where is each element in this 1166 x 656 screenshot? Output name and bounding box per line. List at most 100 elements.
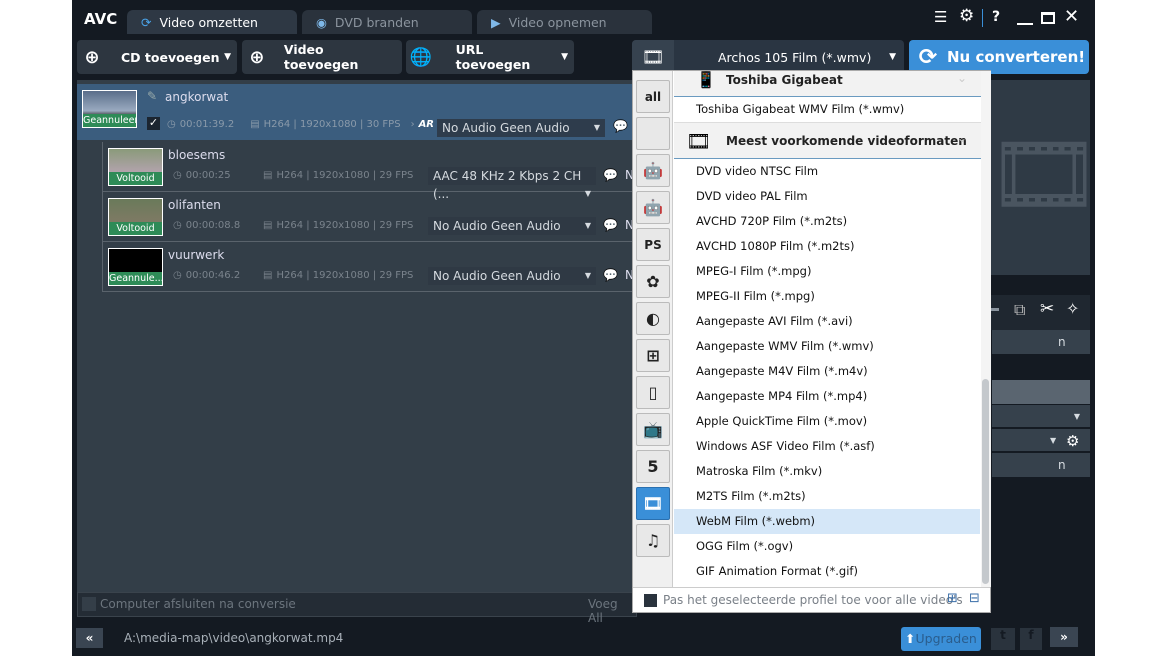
- label: URL toevoegen: [455, 42, 531, 72]
- chevron-down-icon[interactable]: ▼: [561, 52, 568, 62]
- category-music-icon[interactable]: ♫: [636, 524, 670, 557]
- gear-icon[interactable]: ⚙: [1066, 429, 1079, 453]
- app-logo: AVC: [84, 10, 118, 28]
- shutdown-label: Computer afsluiten na conversie: [100, 597, 296, 611]
- subtitle-icon[interactable]: 💬: [603, 218, 618, 232]
- help-button[interactable]: ?: [992, 9, 1000, 25]
- profile-select[interactable]: 🎞 Archos 105 Film (*.wmv) ▼: [632, 40, 904, 74]
- maximize-button[interactable]: [1041, 12, 1055, 24]
- film-icon: ▤: [250, 119, 260, 130]
- scrollbar[interactable]: [981, 71, 991, 587]
- url-toevoegen-button[interactable]: 🌐 URL toevoegen ▼: [406, 40, 574, 74]
- subtitle-icon[interactable]: 💬: [603, 168, 618, 182]
- audio-select[interactable]: No Audio Geen Audio ▼: [428, 267, 596, 285]
- file-row-selected[interactable]: Geannuleerd ✎ angkorwat ✓ ◷00:01:39.2 ▤H2…: [77, 84, 637, 140]
- audio-select[interactable]: No Audio Geen Audio ▼: [428, 217, 596, 235]
- profile-item[interactable]: Matroska Film (*.mkv): [674, 459, 980, 484]
- panel-row-highlighted[interactable]: [992, 380, 1090, 404]
- category-huawei-icon[interactable]: ✿: [636, 265, 670, 298]
- profile-item[interactable]: Windows ASF Video Film (*.asf): [674, 434, 980, 459]
- profile-item[interactable]: AVCHD 1080P Film (*.m2ts): [674, 234, 980, 259]
- profile-item[interactable]: DVD video PAL Film: [674, 184, 980, 209]
- chevron-down-icon[interactable]: ▼: [224, 52, 231, 62]
- profile-item[interactable]: Aangepaste WMV Film (*.wmv): [674, 334, 980, 359]
- upgrade-button[interactable]: ⬆Upgraden: [901, 627, 981, 651]
- profile-item[interactable]: WebM Film (*.webm): [674, 509, 980, 534]
- profile-item[interactable]: Aangepaste AVI Film (*.avi): [674, 309, 980, 334]
- video-toevoegen-button[interactable]: ⊕ Video toevoegen: [242, 40, 402, 74]
- crop-icon[interactable]: ⧉: [1014, 300, 1025, 320]
- profile-item[interactable]: OGG Film (*.ogv): [674, 534, 980, 559]
- status-badge: Geannule...: [109, 272, 162, 285]
- tab-video-opnemen[interactable]: ▶ Video opnemen: [477, 10, 652, 34]
- profile-item[interactable]: DVD video NTSC Film: [674, 159, 980, 184]
- category-playstation-icon[interactable]: PS: [636, 228, 670, 261]
- group-header-common[interactable]: 🎞 Meest voorkomende videoformaten ⌄: [674, 122, 981, 159]
- scrollbar-thumb[interactable]: [982, 379, 989, 584]
- duration: 00:01:39.2: [179, 119, 235, 130]
- minimize-button[interactable]: [1017, 23, 1033, 25]
- preview-area: 🎞: [987, 80, 1090, 275]
- subtitle-icon[interactable]: 💬: [603, 268, 618, 282]
- collapse-button[interactable]: «: [76, 628, 103, 648]
- category-lg-icon[interactable]: ◐: [636, 302, 670, 335]
- profile-item[interactable]: M2TS Film (*.m2ts): [674, 484, 980, 509]
- film-reel-icon: 🎞: [686, 129, 712, 153]
- panel-row[interactable]: n: [992, 330, 1090, 354]
- category-sidebar: all 🤖 🤖 PS ✿ ◐ ⊞ ▯ 📺 5 🎞 ♫: [633, 71, 673, 587]
- profile-item[interactable]: MPEG-I Film (*.mpg): [674, 259, 980, 284]
- category-windows-icon[interactable]: ⊞: [636, 339, 670, 372]
- category-apple-icon[interactable]: [636, 117, 670, 150]
- profile-item[interactable]: Apple QuickTime Film (*.mov): [674, 409, 980, 434]
- gear-icon[interactable]: ⚙: [959, 6, 974, 26]
- tab-video-omzetten[interactable]: ⟳ Video omzetten: [127, 10, 297, 34]
- thumbnail: Voltooid: [108, 148, 163, 186]
- pencil-icon[interactable]: ✎: [147, 89, 157, 103]
- file-row[interactable]: Geannule... vuurwerk ◷ 00:00:46.2 ▤ H264 |…: [102, 242, 642, 292]
- panel-select[interactable]: ▼: [992, 405, 1090, 427]
- expand-all-icon[interactable]: ⊞: [947, 591, 958, 606]
- profile-item[interactable]: GIF Animation Format (*.gif): [674, 559, 980, 584]
- panel-select-2[interactable]: ▼ ⚙: [992, 429, 1090, 451]
- shutdown-checkbox[interactable]: [82, 597, 96, 611]
- facebook-icon[interactable]: f: [1020, 628, 1042, 650]
- profile-item[interactable]: Toshiba Gigabeat WMV Film (*.wmv): [674, 97, 980, 122]
- subtitle-icon[interactable]: 💬: [613, 119, 628, 133]
- profile-item[interactable]: AVCHD 720P Film (*.m2ts): [674, 209, 980, 234]
- close-button[interactable]: ✕: [1064, 6, 1079, 27]
- twitter-icon[interactable]: t: [991, 628, 1015, 650]
- ar-icon[interactable]: AR: [419, 119, 434, 130]
- panel-row[interactable]: n: [992, 453, 1090, 477]
- profile-item[interactable]: Aangepaste MP4 Film (*.mp4): [674, 384, 980, 409]
- upload-arrow-icon: ⬆: [905, 631, 916, 646]
- category-android-s-icon[interactable]: 🤖: [636, 154, 670, 187]
- category-film-icon[interactable]: 🎞: [636, 487, 670, 520]
- log-icon[interactable]: ☰: [934, 8, 947, 26]
- dropdown-footer: Pas het geselecteerde profiel toe voor a…: [633, 587, 990, 613]
- chevron-down-icon: ▼: [889, 52, 896, 62]
- cd-toevoegen-button[interactable]: ⊕ CD toevoegen ▼: [77, 40, 237, 74]
- category-phone-icon[interactable]: ▯: [636, 376, 670, 409]
- category-android-icon[interactable]: 🤖: [636, 191, 670, 224]
- audio-select[interactable]: No Audio Geen Audio ▼: [437, 119, 605, 137]
- file-row[interactable]: Voltooid olifanten ◷ 00:00:08.8 ▤ H264 | 1…: [102, 192, 642, 242]
- tab-dvd-branden[interactable]: ◉ DVD branden: [302, 10, 472, 34]
- group-header-toshiba[interactable]: 📱 Toshiba Gigabeat ⌄: [674, 71, 981, 97]
- category-html5-icon[interactable]: 5: [636, 450, 670, 483]
- profile-item[interactable]: Aangepaste M4V Film (*.m4v): [674, 359, 980, 384]
- android-s-icon: 🤖: [643, 161, 663, 180]
- collapse-all-icon[interactable]: ⊟: [969, 591, 980, 606]
- convert-button[interactable]: ⟳ Nu converteren!: [909, 40, 1089, 74]
- audio-select[interactable]: AAC 48 KHz 2 Kbps 2 CH (... ▼: [428, 167, 596, 201]
- tab-label: Video opnemen: [508, 14, 607, 30]
- apply-all-checkbox[interactable]: [644, 594, 657, 607]
- add-all-label[interactable]: Voeg All: [588, 597, 636, 625]
- expand-button[interactable]: »: [1050, 627, 1078, 647]
- profile-item[interactable]: MPEG-II Film (*.mpg): [674, 284, 980, 309]
- scissors-icon[interactable]: ✂: [1040, 299, 1054, 319]
- file-row[interactable]: Voltooid bloesems ◷ 00:00:25 ▤ H264 | 1920…: [102, 142, 642, 201]
- checkbox[interactable]: ✓: [147, 117, 160, 130]
- category-tv-icon[interactable]: 📺: [636, 413, 670, 446]
- magic-wand-icon[interactable]: ✧: [1066, 299, 1079, 318]
- category-all-icon[interactable]: all: [636, 80, 670, 113]
